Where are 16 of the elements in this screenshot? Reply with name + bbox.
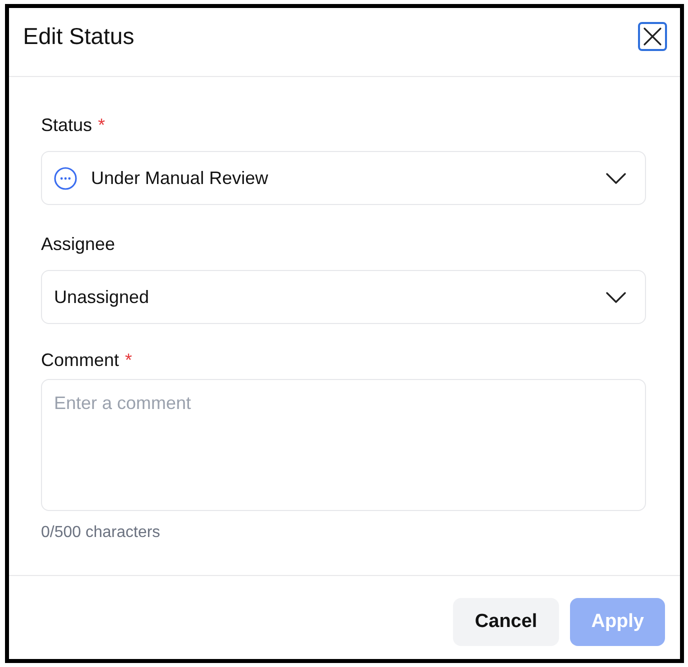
chevron-down-icon	[606, 292, 626, 302]
required-mark: *	[125, 349, 132, 372]
status-select[interactable]: Under Manual Review	[41, 151, 646, 205]
field-label: Assignee	[41, 233, 116, 256]
close-button[interactable]	[638, 22, 667, 51]
chevron-down-icon	[606, 172, 626, 184]
status-dots-icon	[54, 166, 77, 190]
dialog-title: Edit Status	[23, 22, 134, 51]
character-counter: 0/500 characters	[41, 523, 160, 543]
required-mark: *	[98, 114, 106, 137]
field-label: Status	[41, 114, 92, 137]
close-icon	[643, 27, 662, 46]
assignee-select[interactable]: Unassigned	[41, 270, 646, 324]
field-label: Comment	[41, 349, 120, 372]
comment-field[interactable]: Enter a comment	[41, 379, 646, 511]
cancel-button[interactable]: Cancel	[452, 598, 560, 646]
